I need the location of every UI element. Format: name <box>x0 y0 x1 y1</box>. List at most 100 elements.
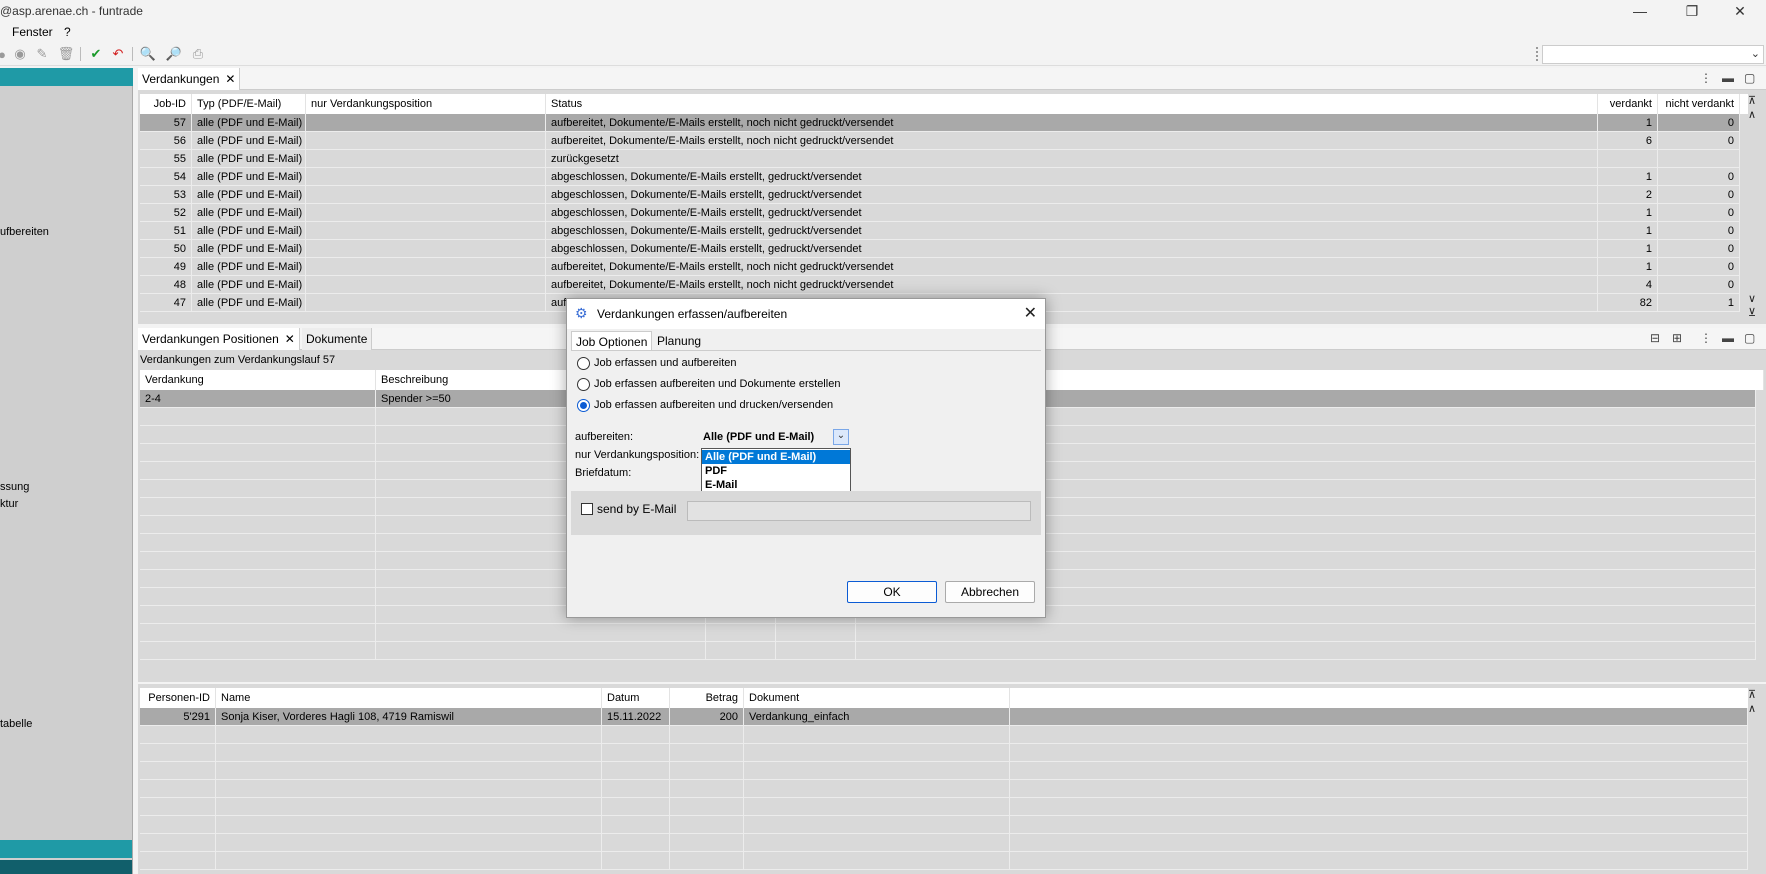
new-icon[interactable]: ● <box>0 46 10 62</box>
col-verdankung[interactable]: Verdankung <box>140 370 376 390</box>
check-icon[interactable]: ✔ <box>88 46 104 62</box>
table-row[interactable]: 54 alle (PDF und E-Mail) abgeschlossen, Do… <box>140 168 1740 186</box>
radio-erfassen[interactable]: Job erfassen und aufbereiten <box>577 354 737 372</box>
table-row[interactable]: 49 alle (PDF und E-Mail) aufbereitet, Doku… <box>140 258 1740 276</box>
ok-button[interactable]: OK <box>847 581 937 603</box>
sidebar-item-aufbereiten[interactable]: ufbereiten <box>0 226 49 238</box>
table-row[interactable] <box>140 852 1748 870</box>
chevron-down-icon[interactable]: ⌄ <box>833 429 849 445</box>
close-icon[interactable]: ✕ <box>1717 0 1763 22</box>
col-status[interactable]: Status <box>546 94 1598 114</box>
table-cell: 5'291 <box>140 708 216 726</box>
search-small-icon[interactable]: 🔎 <box>166 46 182 62</box>
maximize-icon[interactable]: ▢ <box>1744 331 1755 345</box>
tab-planung[interactable]: Planung <box>653 331 705 351</box>
edit-icon[interactable]: ✎ <box>34 46 50 62</box>
minimize-icon[interactable]: ▬ <box>1722 331 1734 345</box>
aufbereiten-combo[interactable]: Alle (PDF und E-Mail) <box>703 431 814 443</box>
expand-all-icon[interactable]: ⊞ <box>1672 331 1682 345</box>
toolbar-combo[interactable]: ⌄ <box>1542 45 1764 64</box>
option-alle[interactable]: Alle (PDF und E-Mail) <box>702 450 850 464</box>
send-email-label: send by E-Mail <box>597 502 677 516</box>
table-row[interactable]: 57 alle (PDF und E-Mail) aufbereitet, Doku… <box>140 114 1740 132</box>
col-nicht-verdankt[interactable]: nicht verdankt <box>1658 94 1740 114</box>
more-icon[interactable]: ⋮ <box>1700 331 1712 345</box>
undo-icon[interactable]: ↶ <box>110 46 126 62</box>
radio-label: Job erfassen aufbereiten und drucken/ver… <box>594 399 834 411</box>
sidebar-item-erfassung[interactable]: ssung <box>0 481 29 493</box>
table-row[interactable] <box>140 762 1748 780</box>
col-datum[interactable]: Datum <box>602 688 670 708</box>
table-cell <box>1010 852 1748 870</box>
table-cell <box>670 762 744 780</box>
sidebar-item-struktur[interactable]: ktur <box>0 498 18 510</box>
more-icon[interactable]: ⋮ <box>1700 71 1712 85</box>
table-row[interactable]: 52 alle (PDF und E-Mail) abgeschlossen, Do… <box>140 204 1740 222</box>
copy-icon[interactable]: ◉ <box>12 46 28 62</box>
send-email-checkbox[interactable] <box>581 503 593 515</box>
table-row[interactable]: 53 alle (PDF und E-Mail) abgeschlossen, Do… <box>140 186 1740 204</box>
radio-drucken[interactable]: Job erfassen aufbereiten und drucken/ver… <box>577 396 833 414</box>
sidebar-bar[interactable] <box>0 840 132 858</box>
col-personen-id[interactable]: Personen-ID <box>140 688 216 708</box>
print-icon[interactable]: ⎙ <box>190 46 206 62</box>
table-row[interactable]: 48 alle (PDF und E-Mail) aufbereitet, Doku… <box>140 276 1740 294</box>
table-row[interactable] <box>140 816 1748 834</box>
radio-button[interactable] <box>577 356 590 370</box>
table-row[interactable] <box>140 624 1756 642</box>
search-icon[interactable]: 🔍 <box>140 46 156 62</box>
table-row[interactable]: 55 alle (PDF und E-Mail) zurückgesetzt <box>140 150 1740 168</box>
scroll-top-icon[interactable]: ⊼ <box>1748 688 1756 701</box>
cancel-button[interactable]: Abbrechen <box>945 581 1035 603</box>
tab-dokumente[interactable]: Dokumente <box>302 328 373 350</box>
tab-verdankungen-positionen[interactable]: Verdankungen Positionen ✕ <box>138 328 300 350</box>
col-verdankt[interactable]: verdankt <box>1598 94 1658 114</box>
scroll-up-icon[interactable]: ∧ <box>1748 702 1756 715</box>
col-name[interactable]: Name <box>216 688 602 708</box>
scroll-top-icon[interactable]: ⊼ <box>1748 94 1756 107</box>
col-dokument[interactable]: Dokument <box>744 688 1010 708</box>
table-row[interactable]: 56 alle (PDF und E-Mail) aufbereitet, Doku… <box>140 132 1740 150</box>
table-row[interactable]: 51 alle (PDF und E-Mail) abgeschlossen, Do… <box>140 222 1740 240</box>
col-nur-pos[interactable]: nur Verdankungsposition <box>306 94 546 114</box>
email-field[interactable] <box>687 501 1031 521</box>
minimize-icon[interactable]: — <box>1617 0 1663 22</box>
radio-button[interactable] <box>577 398 590 412</box>
restore-icon[interactable]: ❐ <box>1669 0 1715 22</box>
tab-job-optionen[interactable]: Job Optionen <box>571 331 653 351</box>
option-pdf[interactable]: PDF <box>702 464 850 478</box>
table-row[interactable] <box>140 726 1748 744</box>
collapse-all-icon[interactable]: ⊟ <box>1650 331 1660 345</box>
table-cell <box>140 798 216 816</box>
minimize-icon[interactable]: ▬ <box>1722 71 1734 85</box>
table-row[interactable]: 50 alle (PDF und E-Mail) abgeschlossen, Do… <box>140 240 1740 258</box>
scroll-down-icon[interactable]: ∨ <box>1748 292 1756 305</box>
table-row[interactable] <box>140 780 1748 798</box>
menu-fenster[interactable]: Fenster <box>12 25 53 39</box>
scroll-bottom-icon[interactable]: ⊻ <box>1748 306 1756 319</box>
sidebar-bar-dark[interactable] <box>0 860 132 874</box>
close-icon[interactable]: ✕ <box>225 72 235 86</box>
close-icon[interactable]: ✕ <box>285 332 295 346</box>
sidebar-item-tabelle[interactable]: tabelle <box>0 718 32 730</box>
col-job-id[interactable]: Job-ID <box>140 94 192 114</box>
radio-button[interactable] <box>577 377 590 391</box>
radio-dokumente[interactable]: Job erfassen aufbereiten und Dokumente e… <box>577 375 840 393</box>
option-email[interactable]: E-Mail <box>702 478 850 492</box>
table-row[interactable] <box>140 744 1748 762</box>
delete-icon[interactable]: 🗑 <box>58 46 75 62</box>
table-row[interactable] <box>140 834 1748 852</box>
table-cell <box>140 426 376 444</box>
col-typ[interactable]: Typ (PDF/E-Mail) <box>192 94 306 114</box>
col-betrag[interactable]: Betrag <box>670 688 744 708</box>
tab-verdankungen[interactable]: Verdankungen ✕ <box>138 68 241 90</box>
close-icon[interactable]: ✕ <box>1024 303 1037 323</box>
maximize-icon[interactable]: ▢ <box>1744 71 1755 85</box>
table-row[interactable]: 5'291 Sonja Kiser, Vorderes Hagli 108, 47… <box>140 708 1748 726</box>
table-row[interactable] <box>140 798 1748 816</box>
scroll-up-icon[interactable]: ∧ <box>1748 108 1756 121</box>
table-row[interactable] <box>140 642 1756 660</box>
table-cell: 0 <box>1658 258 1740 276</box>
table-header: Job-ID Typ (PDF/E-Mail) nur Verdankungsp… <box>140 94 1748 114</box>
menu-help[interactable]: ? <box>64 25 71 39</box>
